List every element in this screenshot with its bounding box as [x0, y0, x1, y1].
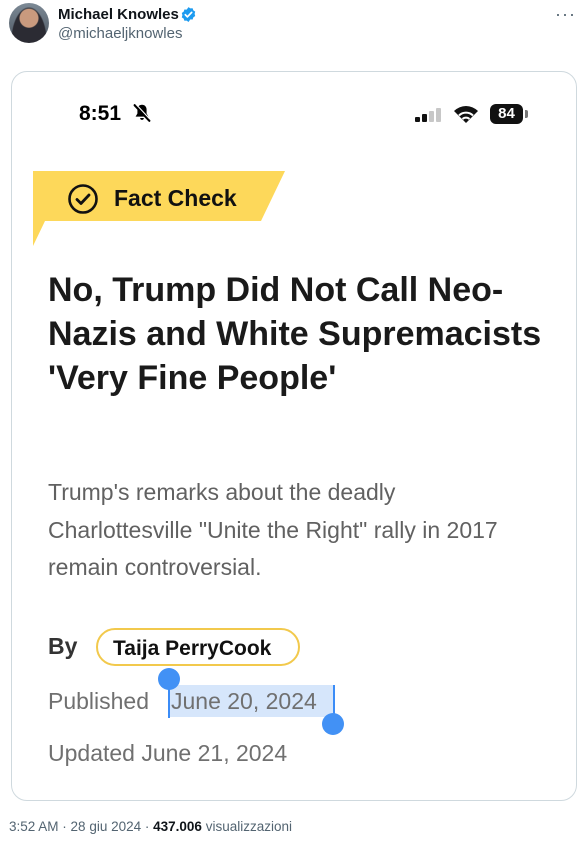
article-headline: No, Trump Did Not Call Neo-Nazis and Whi…: [48, 271, 542, 397]
published-date: June 20, 2024: [171, 688, 317, 714]
selection-handle-end: [322, 713, 344, 735]
cellular-signal-icon: [415, 108, 441, 122]
attached-screenshot[interactable]: 8:51 84 Fact Check No, Trump Did Not Cal…: [11, 71, 577, 801]
byline-label: By: [48, 633, 78, 659]
article-subheadline: Trump's remarks about the deadly Charlot…: [48, 479, 498, 580]
fact-check-label: Fact Check: [114, 185, 237, 211]
bell-muted-icon: [133, 103, 151, 122]
article-author-name: Taija PerryCook: [113, 637, 272, 660]
separator: ·: [62, 819, 71, 834]
wifi-icon: [454, 106, 478, 123]
author-name[interactable]: Michael Knowles: [58, 6, 179, 23]
views-label: visualizzazioni: [205, 819, 293, 834]
more-options-icon[interactable]: ···: [555, 4, 576, 25]
status-time: 8:51: [79, 102, 122, 125]
tweet-time[interactable]: 3:52 AM: [9, 819, 59, 834]
separator: ·: [144, 819, 154, 834]
verified-badge-icon: [181, 7, 196, 22]
battery-tip: [525, 110, 528, 118]
views-count: 437.006: [153, 819, 202, 834]
selection-handle-start: [158, 668, 180, 690]
updated-date: Updated June 21, 2024: [48, 740, 288, 766]
avatar[interactable]: [9, 3, 49, 43]
battery-indicator: 84: [490, 104, 523, 124]
tweet-metadata: 3:52 AM · 28 giu 2024 · 437.006 visualiz…: [9, 819, 292, 834]
check-circle-icon: [68, 184, 98, 214]
published-label: Published: [48, 688, 150, 714]
tweet-date[interactable]: 28 giu 2024: [71, 819, 142, 834]
author-handle[interactable]: @michaeljknowles: [58, 25, 182, 42]
